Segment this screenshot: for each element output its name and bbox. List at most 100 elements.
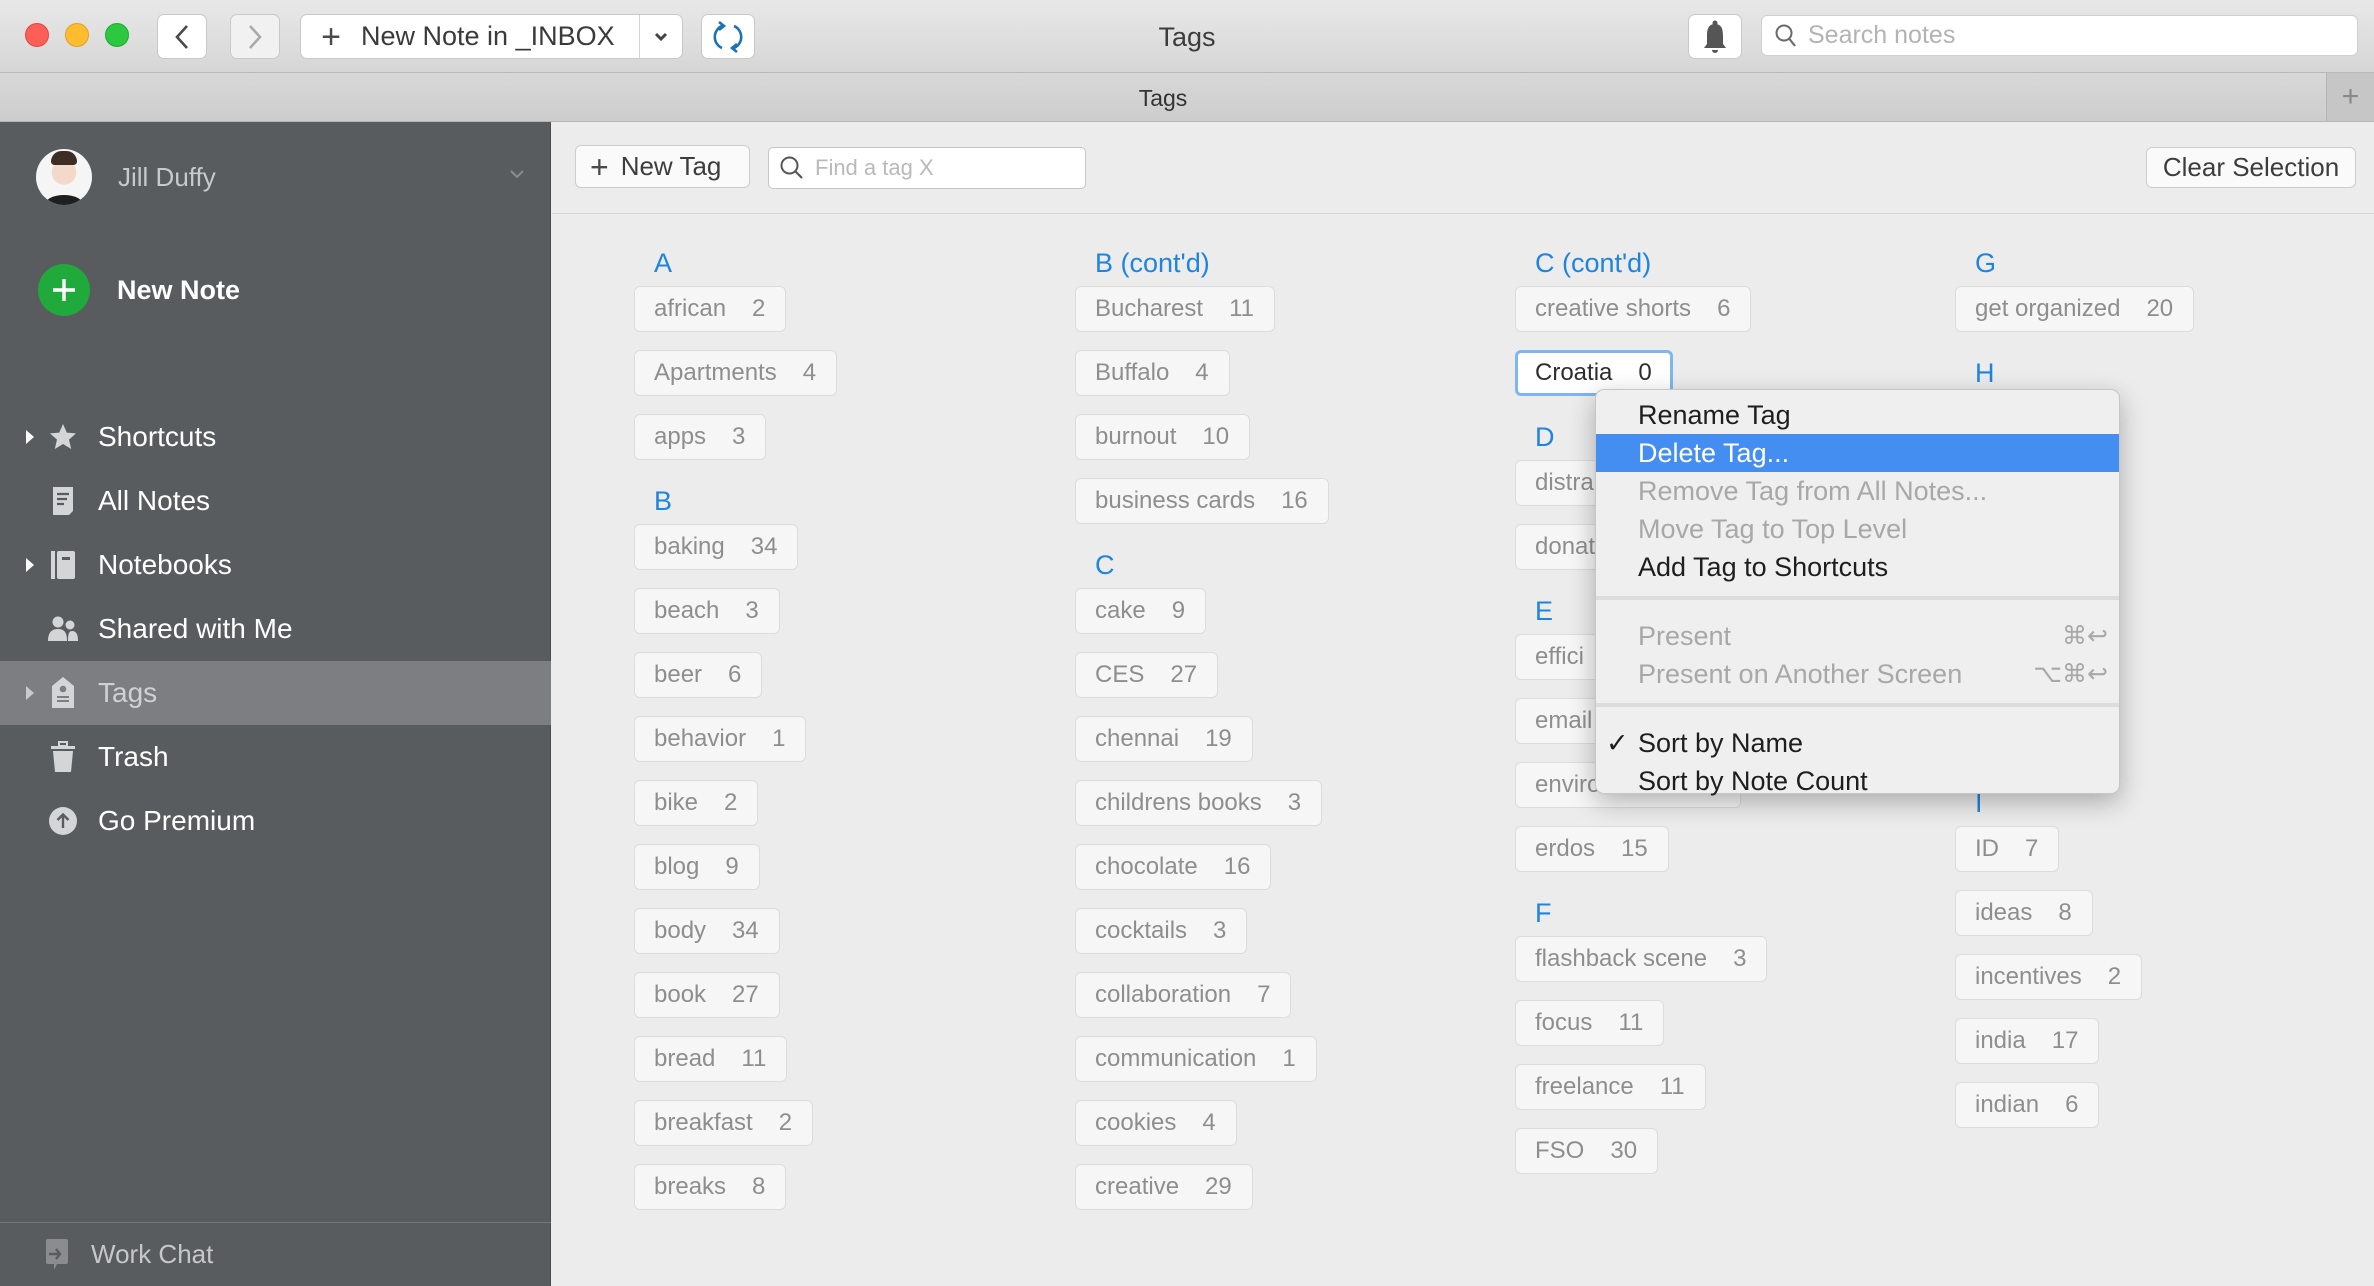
tag-chip[interactable]: beer 6 — [634, 652, 763, 698]
tag-list: baking 34 beach 3 beer 6 behavior 1 bike 2 blog 9 bo… — [634, 524, 1064, 1210]
tab-tags[interactable]: Tags — [0, 85, 2326, 112]
tag-list: flashback scene 3 focus 11 freelance 11 FSO 30 — [1515, 936, 1945, 1174]
menu-item-label: Sort by Note Count — [1638, 765, 1868, 796]
tag-chip[interactable]: india 17 — [1955, 1018, 2100, 1064]
tag-chip[interactable]: breakfast 2 — [634, 1100, 814, 1146]
tag-chip[interactable]: cocktails 3 — [1075, 908, 1248, 954]
tag-chip[interactable]: book 27 — [634, 972, 780, 1018]
tag-note-count: 29 — [1205, 1173, 1232, 1200]
sidebar-divider — [0, 1222, 551, 1223]
tag-chip[interactable]: bread 11 — [634, 1036, 788, 1082]
tag-note-count: 3 — [1213, 917, 1227, 944]
tag-chip[interactable]: effici — [1515, 634, 1605, 680]
tag-chip[interactable]: Buffalo 4 — [1075, 350, 1230, 396]
sidebar-item-shared-with-me[interactable]: Shared with Me — [0, 597, 551, 661]
tag-chip[interactable]: ID 7 — [1955, 826, 2060, 872]
chevron-down-icon — [654, 32, 668, 41]
tag-chip[interactable]: african 2 — [634, 286, 787, 332]
tag-chip[interactable]: behavior 1 — [634, 716, 807, 762]
search-icon — [1775, 24, 1796, 47]
work-chat-label: Work Chat — [91, 1238, 214, 1269]
sync-button[interactable] — [701, 14, 755, 59]
sidebar-item-go-premium[interactable]: Go Premium — [0, 789, 551, 853]
forward-button[interactable] — [230, 14, 280, 59]
sidebar-item-notebooks[interactable]: Notebooks — [0, 533, 551, 597]
tag-group: Bbaking 34 beach 3 beer 6 behavior 1 bike 2 blog 9 b… — [634, 478, 1064, 1210]
work-chat-button[interactable]: Work Chat — [45, 1237, 213, 1271]
tag-chip[interactable]: incentives 2 — [1955, 954, 2143, 1000]
tag-chip[interactable]: baking 34 — [634, 524, 799, 570]
tag-chip[interactable]: get organized 20 — [1955, 286, 2195, 332]
disclosure-triangle-icon[interactable] — [26, 430, 34, 444]
tag-note-count: 8 — [2058, 899, 2072, 926]
tag-name: chennai — [1095, 725, 1180, 752]
tag-chip[interactable]: freelance 11 — [1515, 1064, 1706, 1110]
tag-group: Gget organized 20 — [1955, 240, 2374, 332]
find-tag-input[interactable]: Find a tag X — [768, 147, 1086, 189]
tag-chip[interactable]: ideas 8 — [1955, 890, 2093, 936]
menu-item-rename-tag[interactable]: Rename Tag — [1596, 396, 2119, 434]
tag-chip[interactable]: blog 9 — [634, 844, 760, 890]
add-tab-button[interactable]: + — [2326, 73, 2374, 121]
back-button[interactable] — [157, 14, 207, 59]
tag-chip[interactable]: bike 2 — [634, 780, 759, 826]
tag-chip[interactable]: cake 9 — [1075, 588, 1207, 634]
new-tag-button[interactable]: + New Tag — [575, 145, 750, 188]
search-notes-input[interactable]: Search notes — [1761, 15, 2358, 56]
sidebar-item-trash[interactable]: Trash — [0, 725, 551, 789]
tag-note-count: 9 — [725, 853, 739, 880]
disclosure-triangle-icon[interactable] — [26, 686, 34, 700]
sidebar-item-tags[interactable]: Tags — [0, 661, 551, 725]
account-switcher[interactable]: Jill Duffy — [36, 149, 526, 205]
search-notes-placeholder: Search notes — [1808, 21, 1956, 49]
tag-name: bike — [654, 789, 699, 816]
zoom-window-button[interactable] — [105, 23, 129, 47]
menu-item-delete-tag[interactable]: Delete Tag... — [1596, 434, 2119, 472]
tag-name: chocolate — [1095, 853, 1198, 880]
new-note-button[interactable]: New Note — [38, 264, 240, 316]
tag-chip[interactable]: communication 1 — [1075, 1036, 1317, 1082]
keyboard-shortcut: ⌘↩ — [2062, 622, 2108, 650]
tag-chip[interactable]: FSO 30 — [1515, 1128, 1659, 1174]
tag-chip[interactable]: beach 3 — [634, 588, 780, 634]
tag-chip[interactable]: burnout 10 — [1075, 414, 1251, 460]
tag-chip[interactable]: collaboration 7 — [1075, 972, 1292, 1018]
tag-note-count: 16 — [1281, 487, 1308, 514]
tag-chip[interactable]: chocolate 16 — [1075, 844, 1272, 890]
tag-chip[interactable]: flashback scene 3 — [1515, 936, 1768, 982]
tag-chip[interactable]: CES 27 — [1075, 652, 1219, 698]
tag-chip[interactable]: Apartments 4 — [634, 350, 838, 396]
notebook-dropdown-button[interactable] — [639, 15, 683, 58]
clear-selection-button[interactable]: Clear Selection — [2146, 147, 2356, 188]
tag-chip[interactable]: body 34 — [634, 908, 780, 954]
tag-chip[interactable]: apps 3 — [634, 414, 767, 460]
new-note-label: New Note — [117, 274, 241, 305]
menu-item-add-tag-to-shortcuts[interactable]: Add Tag to Shortcuts — [1596, 548, 2119, 586]
tag-group: B (cont'd) Bucharest 11 Buffalo 4 burnout 10 bu… — [1075, 240, 1505, 524]
tag-chip[interactable]: focus 11 — [1515, 1000, 1665, 1046]
tag-chip[interactable]: creative shorts 6 — [1515, 286, 1752, 332]
tag-chip[interactable]: chennai 19 — [1075, 716, 1253, 762]
tag-list: Bucharest 11 Buffalo 4 burnout 10 business car… — [1075, 286, 1505, 524]
new-note-in-notebook-button[interactable]: + New Note in _INBOX — [300, 14, 683, 59]
tag-note-count: 4 — [802, 359, 817, 386]
tag-chip[interactable]: creative 29 — [1075, 1164, 1253, 1210]
menu-item-sort-by-note-count[interactable]: Sort by Note Count — [1596, 762, 2119, 800]
tag-chip[interactable]: Bucharest 11 — [1075, 286, 1275, 332]
notebook-icon — [46, 548, 80, 582]
tag-chip[interactable]: erdos 15 — [1515, 826, 1669, 872]
sidebar-item-shortcuts[interactable]: Shortcuts — [0, 405, 551, 469]
tag-chip[interactable]: indian 6 — [1955, 1082, 2100, 1128]
sidebar-item-all-notes[interactable]: All Notes — [0, 469, 551, 533]
tag-note-count: 16 — [1223, 853, 1251, 880]
menu-item-sort-by-name[interactable]: ✓ Sort by Name — [1596, 724, 2119, 762]
minimize-window-button[interactable] — [65, 23, 89, 47]
tag-chip[interactable]: breaks 8 — [634, 1164, 787, 1210]
close-window-button[interactable] — [25, 23, 49, 47]
tag-chip[interactable]: childrens books 3 — [1075, 780, 1323, 826]
sidebar-item-label: Tags — [98, 677, 158, 708]
tag-chip[interactable]: business cards 16 — [1075, 478, 1329, 524]
disclosure-triangle-icon[interactable] — [26, 558, 34, 572]
notifications-button[interactable] — [1688, 14, 1742, 59]
tag-chip[interactable]: cookies 4 — [1075, 1100, 1237, 1146]
